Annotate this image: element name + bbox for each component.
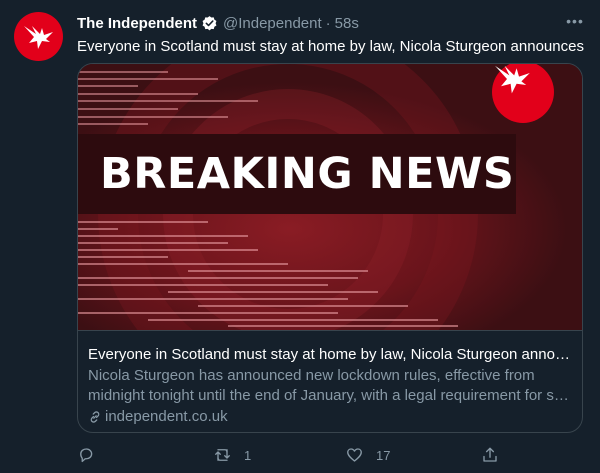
- author-handle[interactable]: @Independent: [223, 15, 322, 32]
- author-avatar[interactable]: [14, 12, 63, 61]
- link-card[interactable]: BREAKING NEWS Everyone in Scotland must …: [77, 63, 583, 433]
- tweet-actions: 1 17: [77, 444, 517, 466]
- tweet-timestamp[interactable]: 58s: [335, 15, 359, 32]
- author-name[interactable]: The Independent: [77, 15, 197, 32]
- reply-button[interactable]: [77, 444, 107, 466]
- card-body[interactable]: Everyone in Scotland must stay at home b…: [78, 330, 582, 432]
- card-image[interactable]: BREAKING NEWS: [78, 64, 582, 330]
- card-description-line: midnight tonight until the end of Januar…: [88, 387, 572, 404]
- independent-eagle-logo: [23, 25, 53, 49]
- eagle-icon: [495, 65, 530, 94]
- card-domain: independent.co.uk: [88, 407, 228, 427]
- tweet-text: Everyone in Scotland must stay at home b…: [77, 38, 584, 55]
- card-description: Nicola Sturgeon has announced new lockdo…: [88, 366, 572, 406]
- tweet-header: The Independent @Independent · 58s: [77, 13, 359, 33]
- card-description-line: Nicola Sturgeon has announced new lockdo…: [88, 367, 535, 384]
- retweet-icon: [215, 449, 230, 461]
- like-button[interactable]: 17: [345, 444, 390, 466]
- link-icon: [90, 411, 100, 423]
- breaking-news-headline: BREAKING NEWS: [100, 149, 515, 199]
- reply-icon: [80, 448, 93, 463]
- share-icon: [483, 447, 497, 462]
- tweet[interactable]: The Independent @Independent · 58s ••• E…: [0, 0, 600, 473]
- share-button[interactable]: [481, 444, 511, 466]
- card-title: Everyone in Scotland must stay at home b…: [88, 346, 572, 363]
- like-icon: [347, 448, 362, 462]
- breaking-news-banner: BREAKING NEWS: [78, 134, 516, 214]
- retweet-count: 1: [244, 447, 252, 463]
- separator-dot: ·: [325, 14, 331, 32]
- retweet-button[interactable]: 1: [213, 444, 251, 466]
- independent-eagle-logo: [492, 64, 554, 123]
- verified-badge-icon: [202, 15, 217, 30]
- card-domain-text: independent.co.uk: [105, 408, 228, 425]
- more-options-icon[interactable]: •••: [564, 12, 586, 30]
- like-count: 17: [376, 447, 391, 463]
